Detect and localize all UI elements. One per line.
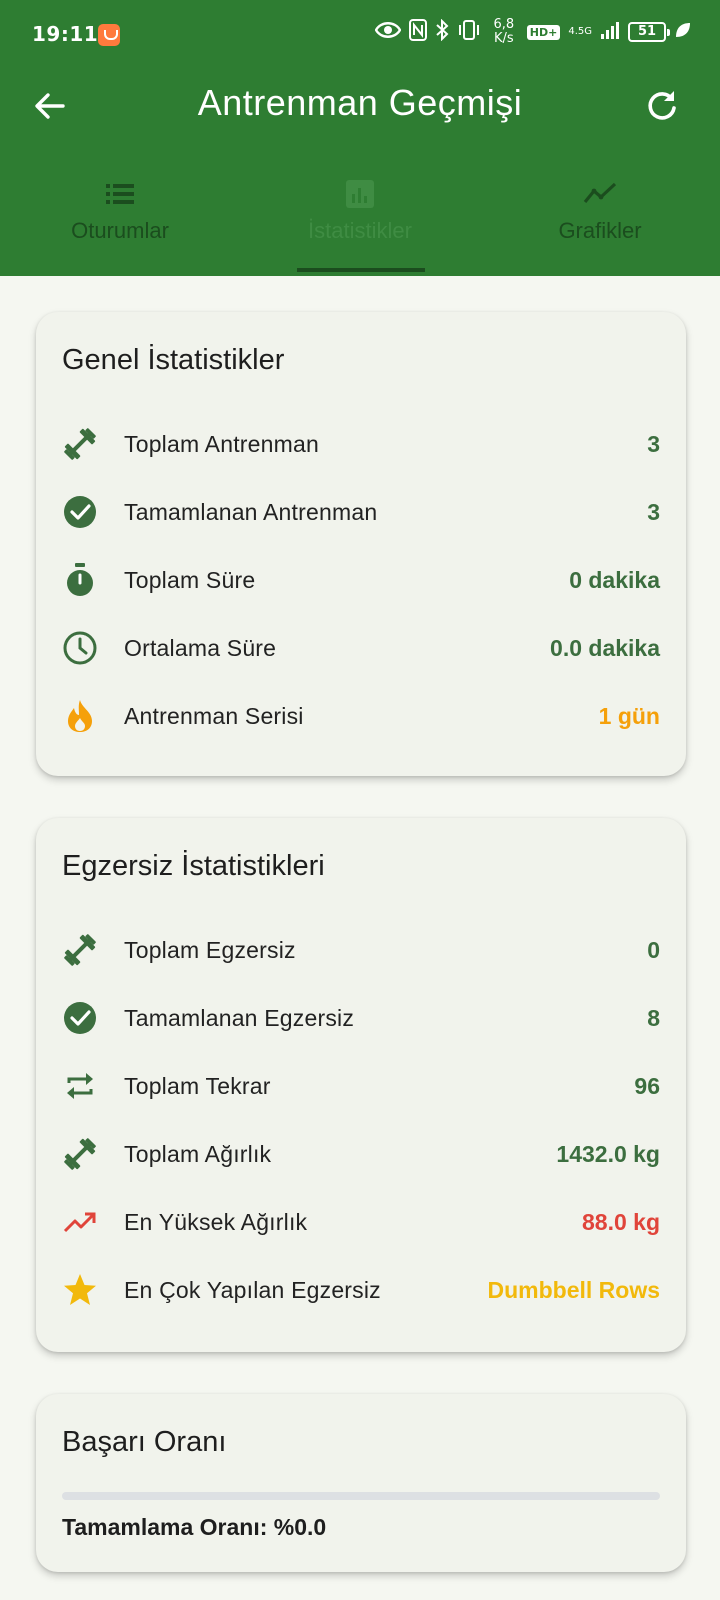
stat-row-total-exercises: Toplam Egzersiz 0 (62, 926, 660, 974)
fire-icon (68, 700, 92, 732)
refresh-icon (648, 91, 676, 120)
vibrate-icon (457, 19, 481, 45)
stat-label: Tamamlanan Antrenman (124, 498, 378, 525)
stat-value: 3 (647, 498, 660, 525)
stat-value: 96 (634, 1072, 660, 1099)
page-title: Antrenman Geçmişi (197, 82, 523, 123)
exercise-stats-title: Egzersiz İstatistikleri (62, 850, 325, 882)
notification-app-icon (98, 24, 120, 46)
stopwatch-icon (67, 563, 93, 596)
nfc-icon (408, 19, 427, 45)
stat-label: Toplam Egzersiz (124, 936, 296, 963)
battery-icon: 51 (628, 22, 670, 42)
exercise-stats-card: Egzersiz İstatistikleri Toplam Egzersiz … (36, 818, 686, 1352)
stat-value: 1432.0 kg (556, 1140, 660, 1167)
stat-value: 1 gün (598, 702, 660, 729)
success-rate-title: Başarı Oranı (62, 1426, 227, 1458)
tab-charts[interactable]: Grafikler (480, 170, 720, 276)
bluetooth-icon (435, 18, 449, 45)
tab-sessions[interactable]: Oturumlar (0, 170, 240, 276)
stat-label: Toplam Ağırlık (124, 1140, 272, 1167)
hd-badge: HD+ (526, 24, 561, 40)
stat-row-completed-workouts: Tamamlanan Antrenman 3 (62, 488, 660, 536)
check-circle-icon (64, 496, 96, 528)
stat-value: 0 dakika (569, 566, 660, 593)
stat-label: Ortalama Süre (124, 634, 277, 661)
stat-row-total-duration: Toplam Süre 0 dakika (62, 556, 660, 604)
leaf-icon (674, 21, 692, 43)
star-icon (64, 1274, 96, 1305)
network-type: 4.5G (568, 26, 592, 37)
stat-value: 0 (647, 936, 660, 963)
stat-row-total-weight: Toplam Ağırlık 1432.0 kg (62, 1130, 660, 1178)
tab-statistics[interactable]: İstatistikler (240, 170, 480, 276)
stat-label: En Yüksek Ağırlık (124, 1208, 308, 1235)
stat-label: Toplam Tekrar (124, 1072, 271, 1099)
check-circle-icon (64, 1002, 96, 1034)
repeat-icon (67, 1073, 93, 1099)
stat-label: Toplam Antrenman (124, 430, 319, 457)
dumbbell-icon (64, 934, 96, 966)
stat-row-streak: Antrenman Serisi 1 gün (62, 692, 660, 740)
success-rate-card: Başarı Oranı Tamamlama Oranı: %0.0 (36, 1394, 686, 1572)
header: 19:11 6,8 K/s HD+ 4.5G 51 Antrenman Geçm… (0, 0, 720, 276)
speed-unit: K/s (493, 31, 514, 46)
trending-up-icon (63, 1212, 96, 1233)
eye-icon (374, 20, 402, 44)
status-bar: 19:11 6,8 K/s HD+ 4.5G 51 (0, 0, 720, 70)
dumbbell-icon (64, 428, 96, 460)
tab-charts-label: Grafikler (558, 218, 642, 243)
dumbbell-icon (64, 1138, 96, 1170)
tab-indicator (297, 268, 425, 272)
stat-row-total-workouts: Toplam Antrenman 3 (62, 420, 660, 468)
stat-label: Tamamlanan Egzersiz (124, 1004, 355, 1031)
stat-value: 8 (647, 1004, 660, 1031)
app-bar: Antrenman Geçmişi (0, 70, 720, 176)
general-stats-card: Genel İstatistikler Toplam Antrenman 3 T… (36, 312, 686, 776)
stat-value: Dumbbell Rows (487, 1276, 660, 1303)
list-icon (106, 184, 134, 204)
clock-icon (63, 631, 97, 665)
stat-label: Toplam Süre (124, 566, 256, 593)
status-icons: 6,8 K/s HD+ 4.5G 51 (374, 18, 692, 46)
stat-row-average-duration: Ortalama Süre 0.0 dakika (62, 624, 660, 672)
speed-value: 6,8 (493, 17, 515, 32)
stat-label: En Çok Yapılan Egzersiz (124, 1276, 381, 1303)
stat-value: 0.0 dakika (550, 634, 660, 661)
bar-chart-icon (346, 180, 374, 208)
general-stats-title: Genel İstatistikler (62, 344, 285, 376)
stat-row-most-done-exercise: En Çok Yapılan Egzersiz Dumbbell Rows (62, 1266, 660, 1314)
stat-value: 88.0 kg (582, 1208, 660, 1235)
completion-rate-text: Tamamlama Oranı: %0.0 (62, 1514, 327, 1540)
status-time: 19:11 (32, 22, 99, 46)
stat-value: 3 (647, 430, 660, 457)
stat-label: Antrenman Serisi (124, 702, 304, 729)
stat-row-completed-exercises: Tamamlanan Egzersiz 8 (62, 994, 660, 1042)
trending-line-icon (583, 182, 617, 204)
tab-bar: Oturumlar İstatistikler Grafikler (0, 170, 720, 276)
tab-statistics-label: İstatistikler (308, 218, 412, 243)
tab-sessions-label: Oturumlar (71, 218, 169, 243)
network-speed: 6,8 K/s (489, 18, 519, 46)
signal-icon (600, 20, 620, 44)
stat-row-max-weight: En Yüksek Ağırlık 88.0 kg (62, 1198, 660, 1246)
completion-progress-bar (62, 1492, 660, 1500)
refresh-button[interactable] (642, 86, 682, 126)
stat-row-total-reps: Toplam Tekrar 96 (62, 1062, 660, 1110)
